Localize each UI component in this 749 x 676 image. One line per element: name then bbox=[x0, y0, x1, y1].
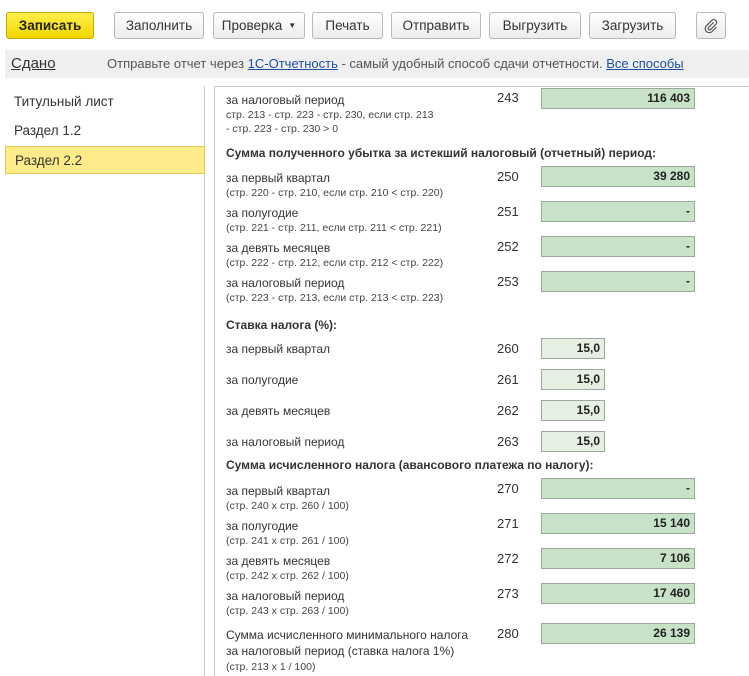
field-271[interactable]: 15 140 bbox=[541, 513, 695, 534]
row-243-formula: стр. 213 - стр. 223 - стр. 230, если стр… bbox=[226, 109, 434, 121]
paperclip-icon bbox=[704, 18, 718, 33]
toolbar: Записать Заполнить Проверка ▼ Печать Отп… bbox=[0, 0, 749, 48]
field-243[interactable]: 116 403 bbox=[541, 88, 695, 109]
row-261-label: за полугодие bbox=[226, 373, 299, 387]
row-263-label: за налоговый период bbox=[226, 435, 345, 449]
row-270-label: за первый квартал bbox=[226, 484, 331, 498]
field-252[interactable]: - bbox=[541, 236, 695, 257]
status-bar: Сдано Отправьте отчет через 1С-Отчетност… bbox=[5, 50, 749, 78]
row-273-label: за налоговый период bbox=[226, 589, 345, 603]
row-260-code: 260 bbox=[497, 341, 519, 356]
row-243-code: 243 bbox=[497, 90, 519, 105]
row-271-formula: (стр. 241 х стр. 261 / 100) bbox=[226, 535, 349, 547]
info-message: Отправьте отчет через 1С-Отчетность - са… bbox=[107, 56, 684, 71]
field-263[interactable]: 15,0 bbox=[541, 431, 605, 452]
send-button[interactable]: Отправить bbox=[391, 12, 481, 39]
sidebar-item-section-1-2[interactable]: Раздел 1.2 bbox=[5, 117, 205, 145]
row-270-code: 270 bbox=[497, 481, 519, 496]
field-273[interactable]: 17 460 bbox=[541, 583, 695, 604]
field-262[interactable]: 15,0 bbox=[541, 400, 605, 421]
attach-button[interactable] bbox=[696, 12, 726, 39]
section-heading-rate: Ставка налога (%): bbox=[226, 318, 337, 332]
field-280[interactable]: 26 139 bbox=[541, 623, 695, 644]
field-272[interactable]: 7 106 bbox=[541, 548, 695, 569]
row-251-label: за полугодие bbox=[226, 206, 299, 220]
field-250[interactable]: 39 280 bbox=[541, 166, 695, 187]
field-261[interactable]: 15,0 bbox=[541, 369, 605, 390]
row-280-label-2: за налоговый период (ставка налога 1%) bbox=[226, 644, 455, 658]
row-253-code: 253 bbox=[497, 274, 519, 289]
print-button[interactable]: Печать bbox=[312, 12, 383, 39]
fill-button[interactable]: Заполнить bbox=[114, 12, 204, 39]
row-253-label: за налоговый период bbox=[226, 276, 345, 290]
save-button[interactable]: Записать bbox=[6, 12, 94, 39]
check-dropdown-button[interactable]: Проверка ▼ bbox=[213, 12, 305, 39]
row-252-code: 252 bbox=[497, 239, 519, 254]
row-280-label: Сумма исчисленного минимального налога bbox=[226, 628, 469, 642]
field-251[interactable]: - bbox=[541, 201, 695, 222]
sidebar: Титульный лист Раздел 1.2 Раздел 2.2 bbox=[5, 86, 205, 676]
caret-down-icon: ▼ bbox=[288, 21, 297, 30]
export-button[interactable]: Выгрузить bbox=[489, 12, 581, 39]
check-button-label: Проверка bbox=[221, 18, 283, 33]
row-251-code: 251 bbox=[497, 204, 519, 219]
row-280-formula: (стр. 213 х 1 / 100) bbox=[226, 661, 316, 673]
row-243-label: за налоговый период bbox=[226, 93, 345, 107]
row-280-code: 280 bbox=[497, 626, 519, 641]
row-272-formula: (стр. 242 х стр. 262 / 100) bbox=[226, 570, 349, 582]
row-262-code: 262 bbox=[497, 403, 519, 418]
form-content: за налоговый период стр. 213 - стр. 223 … bbox=[214, 86, 749, 676]
divider bbox=[215, 86, 749, 87]
row-252-formula: (стр. 222 - стр. 212, если стр. 212 < ст… bbox=[226, 257, 444, 269]
reporting-service-link[interactable]: 1С-Отчетность bbox=[248, 56, 338, 71]
status-link[interactable]: Сдано bbox=[11, 55, 56, 72]
row-261-code: 261 bbox=[497, 372, 519, 387]
row-250-formula: (стр. 220 - стр. 210, если стр. 210 < ст… bbox=[226, 187, 444, 199]
row-253-formula: (стр. 223 - стр. 213, если стр. 213 < ст… bbox=[226, 292, 444, 304]
import-button[interactable]: Загрузить bbox=[589, 12, 676, 39]
row-250-code: 250 bbox=[497, 169, 519, 184]
row-262-label: за девять месяцев bbox=[226, 404, 331, 418]
field-260[interactable]: 15,0 bbox=[541, 338, 605, 359]
row-271-label: за полугодие bbox=[226, 519, 299, 533]
row-252-label: за девять месяцев bbox=[226, 241, 331, 255]
row-250-label: за первый квартал bbox=[226, 171, 331, 185]
all-methods-link[interactable]: Все способы bbox=[606, 56, 683, 71]
info-text-2: - самый удобный способ сдачи отчетности. bbox=[337, 56, 607, 71]
row-273-formula: (стр. 243 х стр. 263 / 100) bbox=[226, 605, 349, 617]
row-270-formula: (стр. 240 х стр. 260 / 100) bbox=[226, 500, 349, 512]
field-270[interactable]: - bbox=[541, 478, 695, 499]
section-heading-tax: Сумма исчисленного налога (авансового пл… bbox=[226, 458, 594, 472]
row-273-code: 273 bbox=[497, 586, 519, 601]
sidebar-item-section-2-2[interactable]: Раздел 2.2 bbox=[5, 146, 205, 174]
row-251-formula: (стр. 221 - стр. 211, если стр. 211 < ст… bbox=[226, 222, 442, 234]
field-253[interactable]: - bbox=[541, 271, 695, 292]
row-272-label: за девять месяцев bbox=[226, 554, 331, 568]
row-263-code: 263 bbox=[497, 434, 519, 449]
section-heading-loss: Сумма полученного убытка за истекший нал… bbox=[226, 146, 657, 160]
row-271-code: 271 bbox=[497, 516, 519, 531]
row-272-code: 272 bbox=[497, 551, 519, 566]
info-text-1: Отправьте отчет через bbox=[107, 56, 248, 71]
row-243-formula-2: - стр. 223 - стр. 230 > 0 bbox=[226, 123, 339, 135]
sidebar-item-title-page[interactable]: Титульный лист bbox=[5, 88, 205, 116]
row-260-label: за первый квартал bbox=[226, 342, 331, 356]
